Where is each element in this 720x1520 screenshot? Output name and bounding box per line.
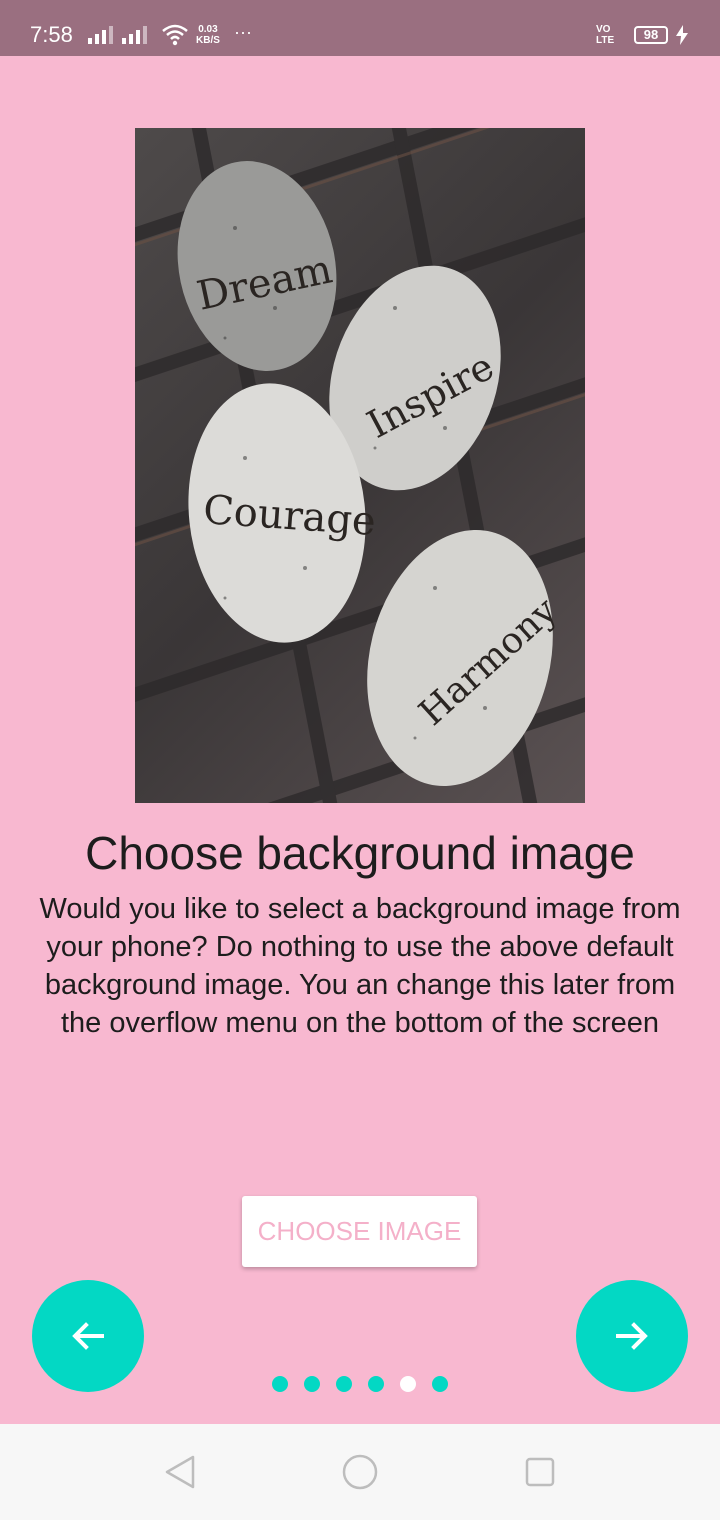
arrow-right-icon	[616, 1322, 648, 1350]
back-triangle-icon[interactable]	[164, 1454, 196, 1490]
recents-square-icon[interactable]	[524, 1456, 556, 1488]
page-dot[interactable]	[336, 1376, 352, 1392]
signal-icon	[122, 26, 150, 44]
background-image-preview: Dream Inspire Courage Harmony	[135, 128, 585, 803]
page-indicator	[272, 1376, 452, 1392]
page-dot[interactable]	[304, 1376, 320, 1392]
system-nav-bar	[0, 1424, 720, 1520]
page-dot-active[interactable]	[400, 1376, 416, 1392]
stones-illustration: Dream Inspire Courage Harmony	[135, 128, 585, 803]
arrow-left-icon	[72, 1322, 104, 1350]
page-description: Would you like to select a background im…	[39, 893, 681, 1039]
more-indicator: ···	[234, 22, 252, 42]
home-circle-icon[interactable]	[341, 1453, 379, 1491]
charging-icon	[676, 25, 688, 45]
network-speed: 0.03 KB/S	[196, 24, 220, 46]
status-bar: 7:58 0.03 KB/S ··· VO LTE 98	[0, 0, 720, 56]
previous-button[interactable]	[32, 1280, 144, 1392]
page-dot[interactable]	[432, 1376, 448, 1392]
page-dot[interactable]	[272, 1376, 288, 1392]
choose-image-button[interactable]: CHOOSE IMAGE	[242, 1196, 477, 1267]
signal-icon	[88, 26, 116, 44]
page-dot[interactable]	[368, 1376, 384, 1392]
wifi-icon	[162, 24, 188, 46]
volte-icon: VO LTE	[596, 24, 615, 46]
battery-icon: 98	[634, 26, 668, 44]
next-button[interactable]	[576, 1280, 688, 1392]
status-time: 7:58	[30, 22, 73, 47]
page-title: Choose background image	[85, 827, 635, 879]
